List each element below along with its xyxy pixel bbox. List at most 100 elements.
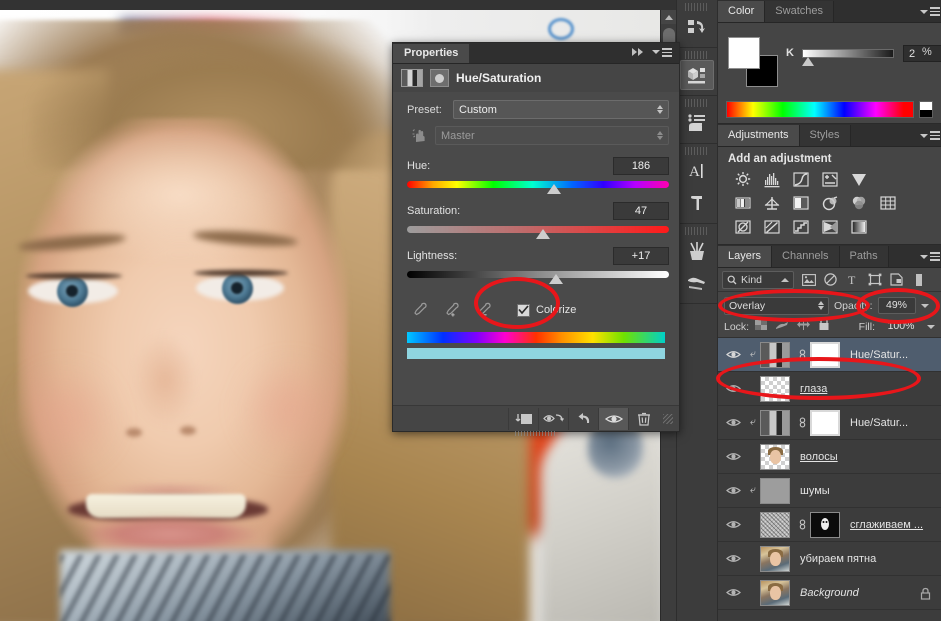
k-channel-slider[interactable] [802,49,894,58]
posterize-icon[interactable] [761,217,784,237]
dock-grip[interactable] [685,51,709,59]
layer-row[interactable]: ⤶ шумы [718,474,941,508]
layer-thumbnail[interactable] [760,341,790,368]
lightness-track-wrap[interactable] [407,269,669,284]
layer-thumbnail[interactable] [760,375,790,402]
layer-comps-icon[interactable] [680,108,714,138]
layer-thumbnail[interactable] [760,443,790,470]
link-icon[interactable] [796,416,808,429]
tab-styles[interactable]: Styles [799,125,851,146]
blend-mode-select[interactable]: Overlay [724,296,829,315]
filter-type-icon[interactable]: T [844,271,861,288]
filter-pixel-icon[interactable] [800,271,817,288]
layer-row[interactable]: Background [718,576,941,610]
actions-icon[interactable] [680,60,714,90]
layer-row[interactable]: ⤶ Hue/Satur... [718,406,941,440]
black-white-swatch[interactable] [919,101,933,118]
color-panel-tabs[interactable]: Color Swatches [718,0,941,23]
previous-state-icon[interactable] [538,407,568,430]
gradient-map-icon[interactable] [819,217,842,237]
layer-name[interactable]: убираем пятна [800,553,876,565]
link-icon[interactable] [796,518,808,531]
tab-paths[interactable]: Paths [839,246,889,267]
hue-track[interactable] [407,181,669,188]
layer-name[interactable]: Background [800,587,859,599]
history-icon[interactable] [680,12,714,42]
lock-image-icon[interactable] [775,318,789,336]
k-slider-thumb[interactable] [802,57,814,66]
character-icon[interactable]: A [680,156,714,186]
hue-slider-knob[interactable] [546,184,561,194]
layer-visibility-icon[interactable] [720,519,746,530]
layer-mask-thumbnail[interactable] [810,409,840,436]
layer-thumbnail[interactable] [760,477,790,504]
chevron-updown-icon[interactable] [818,301,824,310]
vibrance-icon[interactable] [848,169,871,189]
properties-panel-menu-icon[interactable] [652,48,672,57]
panel-drag-grip[interactable] [515,431,557,436]
lock-position-icon[interactable] [796,318,811,336]
tab-properties[interactable]: Properties [393,44,470,63]
color-spectrum-ramp[interactable] [726,101,914,118]
eyedropper-add-icon[interactable] [443,301,461,319]
layer-visibility-icon[interactable] [720,553,746,564]
eyedropper-icon[interactable] [411,301,429,319]
layer-name[interactable]: сглаживаем ... [850,519,923,531]
dock-grip[interactable] [685,227,709,235]
on-image-adjustment-icon[interactable] [407,128,431,144]
hue-value-field[interactable]: 186 [613,157,669,175]
saturation-value-field[interactable]: 47 [613,202,669,220]
layer-mask-thumbnail[interactable] [810,341,840,368]
hue-saturation-icon[interactable] [732,193,755,213]
layer-name[interactable]: волосы [800,451,838,463]
invert-icon[interactable] [732,217,755,237]
lock-transparency-icon[interactable] [755,318,768,336]
layer-mask-thumbnail[interactable] [810,511,840,538]
selective-color-icon[interactable] [848,217,871,237]
tab-swatches[interactable]: Swatches [765,1,834,22]
layer-thumbnail[interactable] [760,579,790,606]
properties-panel[interactable]: Properties Hue/Saturation Preset: Custom [392,42,680,436]
preset-select[interactable]: Custom [453,100,669,119]
layer-kind-dropdown[interactable]: Kind [722,270,794,289]
black-white-icon[interactable] [790,193,813,213]
chevron-up-icon[interactable] [781,277,789,282]
layer-name[interactable]: глаза [800,383,827,395]
layer-thumbnail[interactable] [760,511,790,538]
brush-presets-icon[interactable] [680,236,714,266]
saturation-track-wrap[interactable] [407,224,669,239]
paragraph-icon[interactable] [680,188,714,218]
lightness-slider-knob[interactable] [549,274,564,284]
levels-icon[interactable] [761,169,784,189]
layer-visibility-icon[interactable] [720,383,746,394]
fill-dropdown-icon[interactable] [927,324,935,329]
layer-visibility-icon[interactable] [720,587,746,598]
result-hue-ramp[interactable] [407,348,665,359]
delete-icon[interactable] [628,407,658,430]
layer-thumbnail[interactable] [760,409,790,436]
fill-field[interactable]: 100% [881,318,921,335]
chevron-updown-icon[interactable] [657,131,663,140]
layer-row[interactable]: волосы [718,440,941,474]
layer-row[interactable]: глаза [718,372,941,406]
brightness-contrast-icon[interactable] [732,169,755,189]
dock-grip[interactable] [685,147,709,155]
photo-filter-icon[interactable] [819,193,842,213]
link-icon[interactable] [796,348,808,361]
visibility-icon[interactable] [598,407,628,430]
collapse-panel-icon[interactable] [632,48,643,56]
colorize-checkbox[interactable] [517,303,530,317]
filter-toggle-icon[interactable] [910,271,927,288]
lock-all-icon[interactable] [818,317,830,336]
chevron-updown-icon[interactable] [657,105,663,114]
layers-panel-menu-icon[interactable] [920,250,940,263]
properties-tabbar[interactable]: Properties [393,43,679,64]
tab-layers[interactable]: Layers [718,246,773,267]
layer-name[interactable]: шумы [800,485,830,497]
layer-row[interactable]: сглаживаем ... [718,508,941,542]
color-lookup-icon[interactable] [877,193,900,213]
layer-name[interactable]: Hue/Satur... [850,349,908,361]
threshold-icon[interactable] [790,217,813,237]
lightness-track[interactable] [407,271,669,278]
scroll-up-arrow[interactable] [661,10,676,24]
